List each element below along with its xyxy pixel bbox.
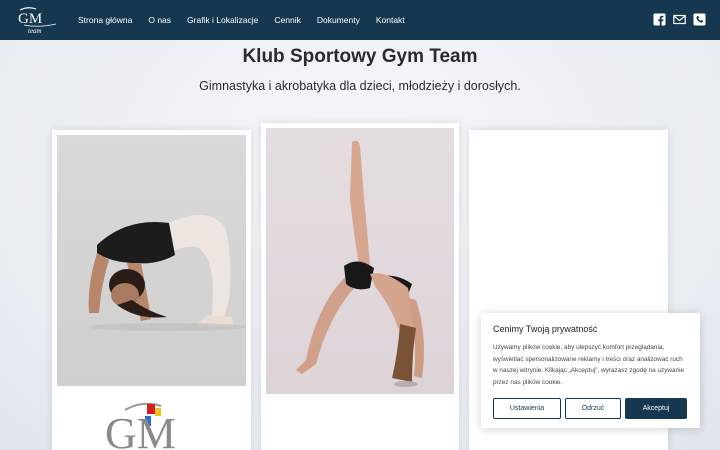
- main-nav: Strona główna O nas Grafik i Lokalizacje…: [78, 0, 421, 40]
- gym-team-logo[interactable]: GM team: [14, 4, 60, 36]
- nav-item-home[interactable]: Strona główna: [78, 15, 132, 25]
- gallery-card-2[interactable]: [261, 123, 459, 450]
- gymnast-backbend-photo: [57, 135, 246, 386]
- nav-item-about[interactable]: O nas: [148, 15, 171, 25]
- cookie-text: Używamy plików cookie, aby ulepszyć komf…: [493, 344, 685, 386]
- cookie-title: Cenimy Twoją prywatność: [493, 324, 598, 334]
- cookie-consent-banner: Cenimy Twoją prywatność Używamy plików c…: [481, 313, 700, 428]
- nav-item-contact[interactable]: Kontakt: [376, 15, 405, 25]
- nav-item-documents[interactable]: Dokumenty: [317, 15, 360, 25]
- phone-icon[interactable]: [693, 13, 706, 26]
- svg-text:team: team: [28, 27, 42, 35]
- svg-text:GM: GM: [18, 11, 42, 27]
- facebook-icon[interactable]: [653, 13, 666, 26]
- cookie-accept-button[interactable]: Akceptuj: [625, 398, 687, 419]
- club-logo: GM: [105, 402, 176, 450]
- cookie-settings-button[interactable]: Ustawienia: [493, 398, 561, 419]
- nav-item-schedule[interactable]: Grafik i Lokalizacje: [187, 15, 258, 25]
- cookie-reject-button[interactable]: Odrzuć: [565, 398, 621, 419]
- nav-item-pricing[interactable]: Cennik: [274, 15, 300, 25]
- top-navbar: GM team Strona główna O nas Grafik i Lok…: [0, 0, 720, 40]
- page-title: Klub Sportowy Gym Team: [242, 46, 478, 67]
- mail-icon[interactable]: [673, 13, 686, 26]
- svg-text:GM: GM: [105, 409, 176, 450]
- social-links: [653, 13, 706, 26]
- gallery-card-1[interactable]: GM: [52, 130, 251, 450]
- page-subtitle: Gimnastyka i akrobatyka dla dzieci, młod…: [199, 79, 521, 93]
- gymnast-bridge-photo: [266, 128, 454, 394]
